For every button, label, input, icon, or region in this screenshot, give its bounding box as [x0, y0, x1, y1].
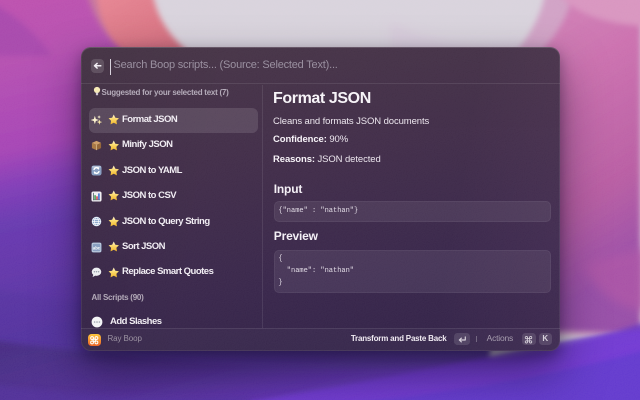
- svg-text:abc: abc: [92, 245, 100, 250]
